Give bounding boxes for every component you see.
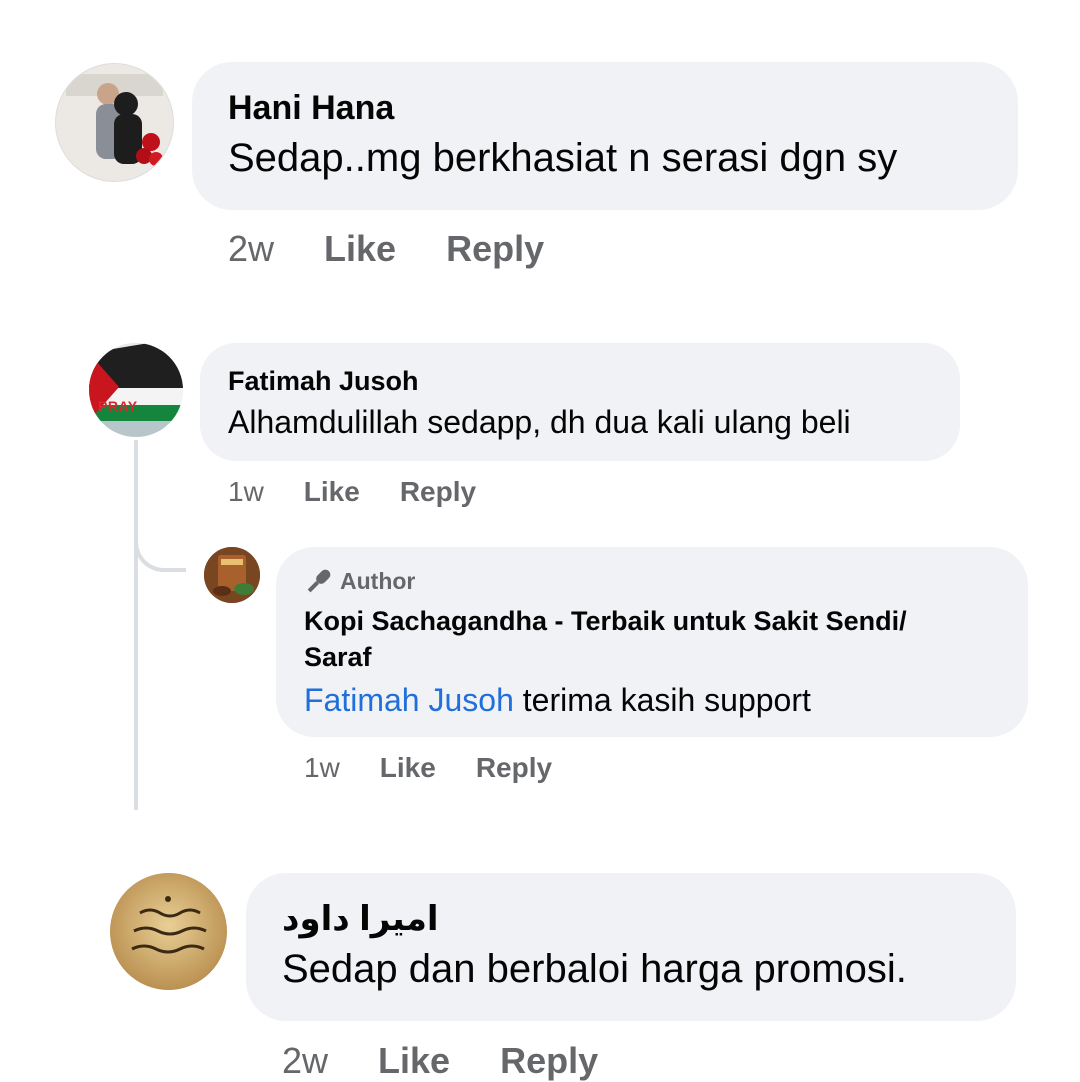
thread-line-branch bbox=[134, 510, 186, 572]
comment-bubble: Fatimah Jusoh Alhamdulillah sedapp, dh d… bbox=[200, 343, 960, 461]
avatar[interactable] bbox=[110, 873, 227, 990]
reply-message: terima kasih support bbox=[513, 682, 811, 718]
like-button[interactable]: Like bbox=[378, 1040, 450, 1082]
page-avatar[interactable] bbox=[204, 547, 260, 603]
comment-actions: 1w Like Reply bbox=[228, 476, 476, 508]
mention-link[interactable]: Fatimah Jusoh bbox=[304, 682, 514, 718]
comment-author[interactable]: Fatimah Jusoh bbox=[228, 365, 960, 397]
author-badge: Author bbox=[304, 567, 1028, 595]
comment-author[interactable]: Hani Hana bbox=[228, 88, 1018, 128]
reply-button[interactable]: Reply bbox=[500, 1040, 598, 1082]
comment-bubble: اميرا داود Sedap dan berbaloi harga prom… bbox=[246, 873, 1016, 1021]
reply-time[interactable]: 1w bbox=[304, 752, 340, 784]
comment-text: Sedap dan berbaloi harga promosi. bbox=[282, 947, 907, 991]
microphone-icon bbox=[304, 567, 334, 595]
like-button[interactable]: Like bbox=[304, 476, 360, 508]
comment-time[interactable]: 2w bbox=[282, 1040, 328, 1082]
reply-text: Fatimah Jusoh terima kasih support bbox=[304, 679, 1028, 721]
comment-author[interactable]: اميرا داود bbox=[282, 899, 1016, 939]
comment-time[interactable]: 2w bbox=[228, 228, 274, 270]
comment-text: Sedap..mg berkhasiat n serasi dgn sy bbox=[228, 136, 898, 180]
avatar-caption: PRAY bbox=[98, 398, 138, 414]
comment-time[interactable]: 1w bbox=[228, 476, 264, 508]
comment-actions: 2w Like Reply bbox=[282, 1040, 598, 1082]
reply-bubble: Author Kopi Sachagandha - Terbaik untuk … bbox=[276, 547, 1028, 737]
avatar[interactable] bbox=[55, 63, 174, 182]
reply-actions: 1w Like Reply bbox=[304, 752, 552, 784]
author-badge-label: Author bbox=[340, 568, 416, 594]
thread-line-vertical bbox=[134, 440, 138, 810]
comment-text: Alhamdulillah sedapp, dh dua kali ulang … bbox=[228, 404, 851, 440]
reply-button[interactable]: Reply bbox=[400, 476, 476, 508]
reply-button[interactable]: Reply bbox=[476, 752, 552, 784]
comment-bubble: Hani Hana Sedap..mg berkhasiat n serasi … bbox=[192, 62, 1018, 210]
like-button[interactable]: Like bbox=[380, 752, 436, 784]
reply-author-line1[interactable]: Kopi Sachagandha - Terbaik untuk Sakit S… bbox=[304, 603, 1028, 639]
like-button[interactable]: Like bbox=[324, 228, 396, 270]
comment-actions: 2w Like Reply bbox=[228, 228, 544, 270]
reply-author[interactable]: Kopi Sachagandha - Terbaik untuk Sakit S… bbox=[304, 603, 1028, 675]
reply-button[interactable]: Reply bbox=[446, 228, 544, 270]
reply-author-line2[interactable]: Saraf bbox=[304, 639, 1028, 675]
avatar[interactable]: PRAY bbox=[89, 343, 183, 437]
